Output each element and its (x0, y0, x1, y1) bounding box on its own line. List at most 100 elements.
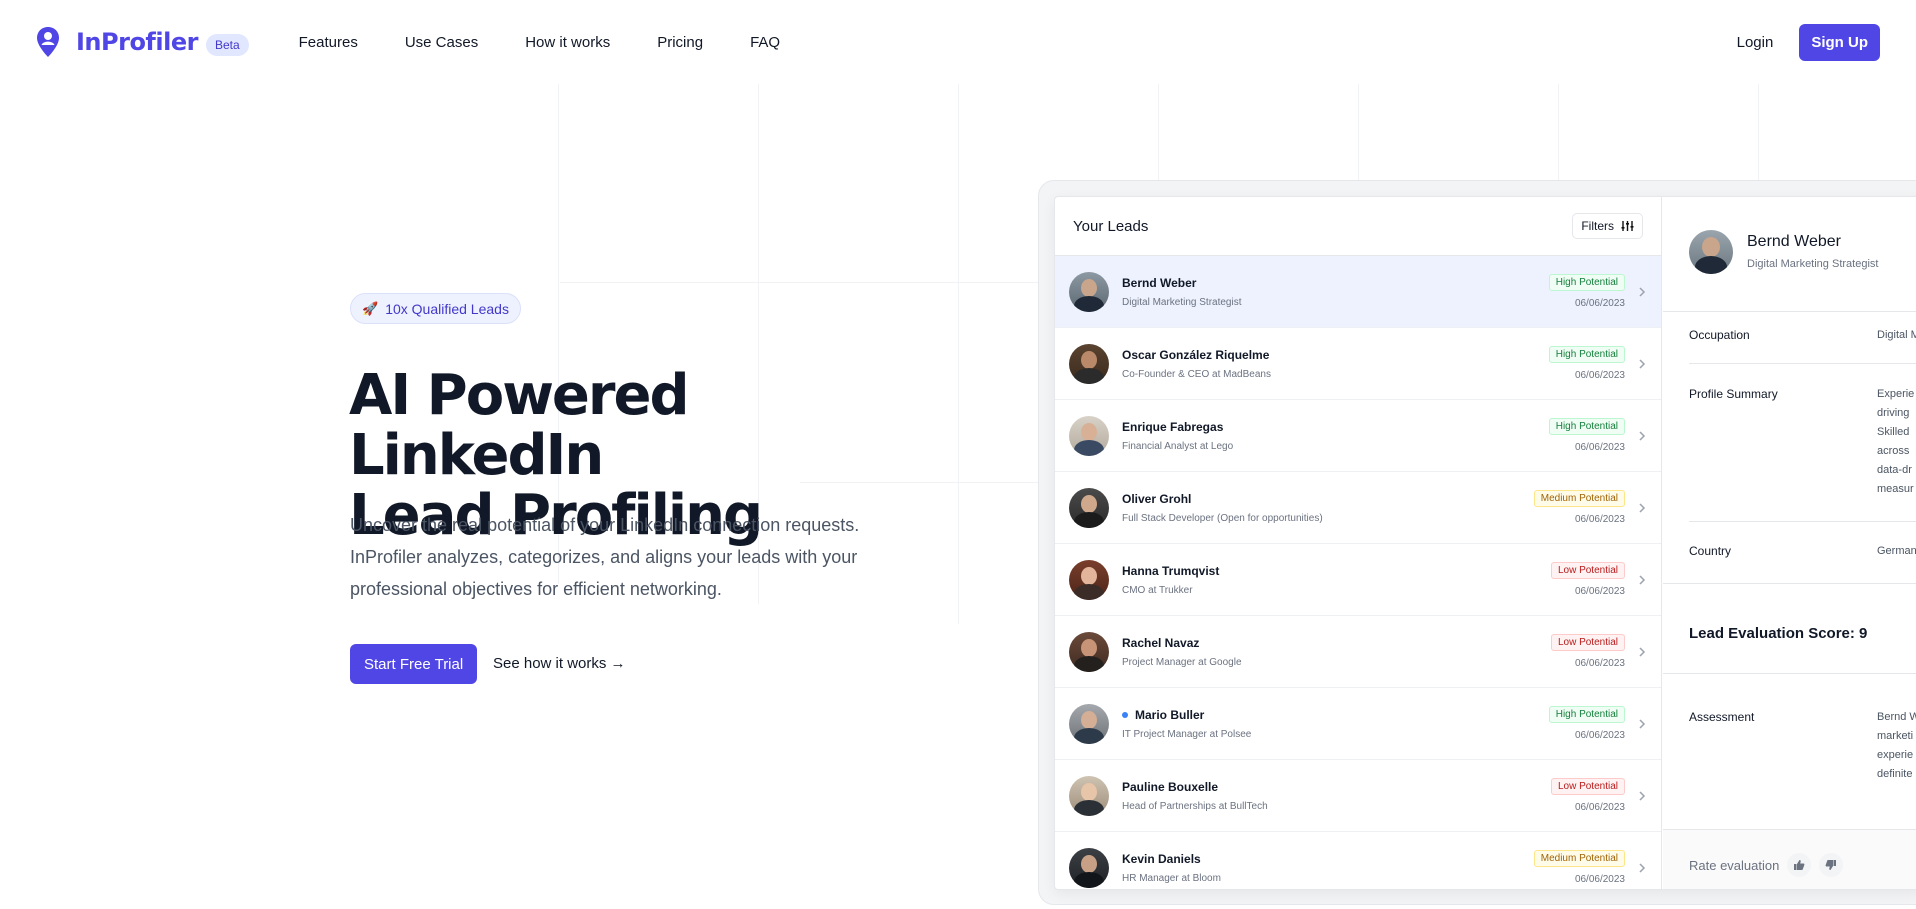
nav-link-features[interactable]: Features (299, 34, 358, 51)
thumbs-down-button[interactable] (1819, 853, 1844, 877)
lead-text: Pauline Bouxelle Head of Partnerships at … (1122, 780, 1268, 812)
occupation-label: Occupation (1689, 328, 1750, 342)
lead-meta: Medium Potential 06/06/2023 (1533, 850, 1625, 885)
thumbs-up-button[interactable] (1787, 853, 1812, 877)
chevron-right-icon (1639, 359, 1646, 369)
auth-actions: Login Sign Up (1737, 23, 1880, 61)
lead-name: Enrique Fabregas (1122, 420, 1233, 434)
avatar (1069, 775, 1109, 816)
lead-date: 06/06/2023 (1574, 730, 1625, 741)
assessment-label: Assessment (1689, 710, 1755, 724)
lead-name-text: Enrique Fabregas (1122, 419, 1224, 434)
lead-role: HR Manager at Bloom (1122, 872, 1221, 884)
potential-badge: High Potential (1548, 346, 1625, 363)
qualified-leads-pill: 🚀 10x Qualified Leads (350, 293, 521, 324)
profile-summary-value: Experie driving Skilled across data-dr m… (1877, 385, 1914, 499)
divider (1689, 521, 1916, 522)
detail-role: Digital Marketing Strategist (1747, 258, 1879, 270)
lead-date: 06/06/2023 (1574, 442, 1625, 453)
lead-date: 06/06/2023 (1574, 586, 1625, 597)
lead-row[interactable]: Oliver Grohl Full Stack Developer (Open f… (1055, 472, 1661, 544)
lead-meta: Low Potential 06/06/2023 (1550, 634, 1625, 669)
lead-date: 06/06/2023 (1574, 514, 1625, 525)
lead-role: Financial Analyst at Lego (1122, 440, 1234, 452)
lead-name-text: Rachel Navaz (1122, 635, 1200, 650)
lead-row[interactable]: Enrique Fabregas Financial Analyst at Leg… (1055, 400, 1661, 472)
lead-name: Hanna Trumqvist (1122, 564, 1219, 578)
leads-panel: Your Leads Filters Bernd Weber Digital Ma… (1055, 197, 1662, 889)
lead-name-text: Hanna Trumqvist (1122, 563, 1220, 578)
lead-name-text: Oscar González Riquelme (1122, 347, 1270, 362)
detail-name: Bernd Weber (1747, 233, 1841, 250)
start-free-trial-button[interactable]: Start Free Trial (350, 644, 478, 684)
see-how-it-works-link[interactable]: See how it works → (493, 655, 626, 672)
lead-name: Kevin Daniels (1122, 852, 1221, 866)
lead-name: Rachel Navaz (1122, 636, 1242, 650)
sliders-icon (1621, 221, 1634, 231)
rate-evaluation: Rate evaluation (1689, 853, 1844, 877)
lead-meta: High Potential 06/06/2023 (1548, 274, 1625, 309)
rate-evaluation-label: Rate evaluation (1689, 857, 1780, 873)
lead-text: Rachel Navaz Project Manager at Google (1122, 636, 1242, 668)
signup-button[interactable]: Sign Up (1799, 23, 1880, 61)
lead-row[interactable]: Bernd Weber Digital Marketing Strategist H… (1055, 256, 1661, 328)
avatar (1069, 271, 1109, 312)
login-link[interactable]: Login (1737, 34, 1774, 51)
nav-link-faq[interactable]: FAQ (750, 34, 780, 51)
lead-role: Co-Founder & CEO at MadBeans (1122, 368, 1271, 380)
filters-button[interactable]: Filters (1572, 213, 1643, 239)
avatar (1069, 703, 1109, 744)
lead-text: Oliver Grohl Full Stack Developer (Open f… (1122, 492, 1323, 524)
lead-row[interactable]: Pauline Bouxelle Head of Partnerships at … (1055, 760, 1661, 832)
brand-logo[interactable]: InProfiler Beta (36, 26, 249, 58)
lead-row[interactable]: Hanna Trumqvist CMO at Trukker Low Potenti… (1055, 544, 1661, 616)
summary-line: Skilled (1877, 426, 1910, 438)
lead-row[interactable]: Rachel Navaz Project Manager at Google Low… (1055, 616, 1661, 688)
summary-line: data-dr (1877, 464, 1912, 476)
lead-text: Bernd Weber Digital Marketing Strategist (1122, 276, 1242, 308)
detail-header: Bernd Weber Digital Marketing Strategist (1663, 197, 1916, 281)
potential-badge: Low Potential (1550, 634, 1625, 651)
chevron-right-icon (1639, 575, 1646, 585)
filters-label: Filters (1581, 219, 1614, 233)
lead-detail-panel: Bernd Weber Digital Marketing Strategist… (1663, 197, 1916, 889)
nav-links: Features Use Cases How it works Pricing … (299, 34, 827, 51)
title-line-1: AI Powered LinkedIn (349, 363, 690, 488)
lead-date: 06/06/2023 (1574, 658, 1625, 669)
lead-date: 06/06/2023 (1574, 802, 1625, 813)
lead-meta: High Potential 06/06/2023 (1548, 706, 1625, 741)
beta-badge: Beta (205, 34, 249, 56)
chevron-right-icon (1639, 287, 1646, 297)
lead-row[interactable]: Mario Buller IT Project Manager at Polsee… (1055, 688, 1661, 760)
lead-name: Mario Buller (1122, 708, 1251, 722)
pill-label: 10x Qualified Leads (385, 300, 509, 317)
avatar (1689, 229, 1733, 274)
lead-name: Oliver Grohl (1122, 492, 1323, 506)
nav-link-pricing[interactable]: Pricing (657, 34, 703, 51)
chevron-right-icon (1639, 647, 1646, 657)
potential-badge: High Potential (1548, 706, 1625, 723)
potential-badge: Medium Potential (1533, 850, 1625, 867)
avatar (1069, 415, 1109, 456)
lead-row[interactable]: Kevin Daniels HR Manager at Bloom Medium P… (1055, 832, 1661, 889)
rocket-icon: 🚀 (362, 300, 379, 316)
nav-link-how-it-works[interactable]: How it works (525, 34, 610, 51)
location-pin-icon (37, 27, 59, 57)
chevron-right-icon (1639, 719, 1646, 729)
avatar (1069, 487, 1109, 528)
summary-line: measur (1877, 483, 1914, 495)
country-value: German (1877, 545, 1916, 557)
lead-list: Bernd Weber Digital Marketing Strategist H… (1055, 256, 1661, 889)
lead-meta: Low Potential 06/06/2023 (1550, 778, 1625, 813)
chevron-right-icon (1639, 791, 1646, 801)
potential-badge: Low Potential (1550, 562, 1625, 579)
summary-line: Experie (1877, 388, 1915, 400)
lead-name-text: Oliver Grohl (1122, 491, 1192, 506)
summary-line: across (1877, 445, 1910, 457)
nav-link-use-cases[interactable]: Use Cases (405, 34, 478, 51)
assessment-value: Bernd W marketi experie definite (1877, 708, 1916, 784)
lead-row[interactable]: Oscar González Riquelme Co-Founder & CEO … (1055, 328, 1661, 400)
divider (1663, 311, 1916, 312)
lead-text: Mario Buller IT Project Manager at Polsee (1122, 708, 1251, 740)
thumbs-down-icon (1825, 860, 1837, 870)
